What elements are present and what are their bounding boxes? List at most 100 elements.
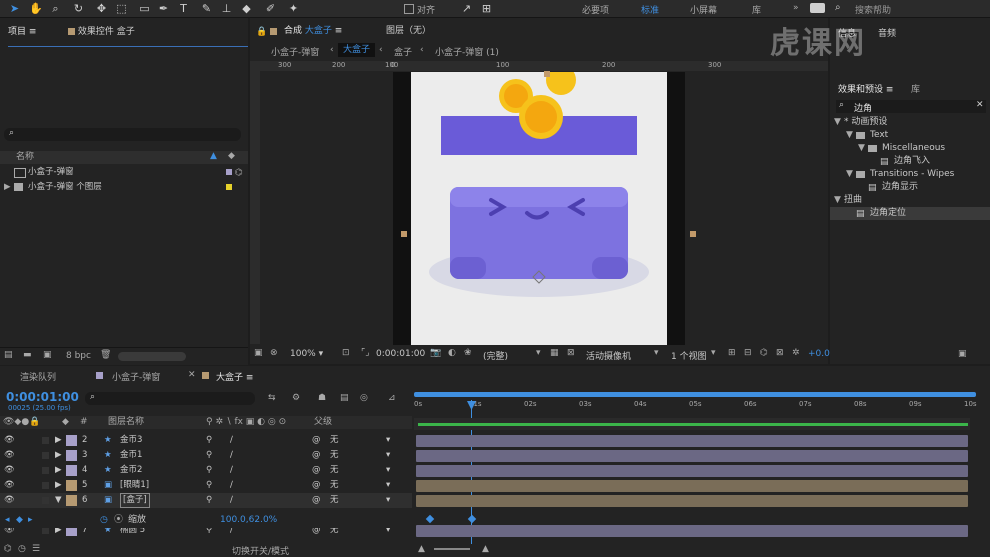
bpc-label[interactable]: 8 bpc bbox=[66, 351, 91, 361]
keyframe-nav-next-icon[interactable]: ▸ bbox=[28, 513, 33, 528]
layer-label-swatch[interactable] bbox=[66, 435, 77, 446]
camera-value[interactable]: 活动摄像机 bbox=[586, 349, 631, 362]
number-column-icon[interactable]: # bbox=[80, 416, 88, 429]
time-ruler[interactable]: 0s 01s 02s 03s 04s 05s 06s 07s 08s 09s 10s bbox=[412, 390, 990, 412]
libraries-tab[interactable]: 库 bbox=[911, 82, 920, 95]
project-item[interactable]: 小盒子-弹窗 ⌬ bbox=[0, 165, 248, 180]
property-value[interactable]: 100.0,62.0% bbox=[220, 513, 277, 528]
effects-search-input[interactable]: ⌕ 边角 ✕ bbox=[836, 100, 986, 114]
clone-stamp-tool-icon[interactable]: ⊥ bbox=[220, 2, 233, 15]
camera-tool-icon[interactable]: ✥ bbox=[95, 2, 108, 15]
help-search[interactable]: ⌕ 搜索帮助 bbox=[835, 2, 985, 16]
project-tab[interactable]: 项目 ≡ bbox=[8, 24, 36, 40]
breadcrumb-item[interactable]: 盒子 bbox=[394, 45, 412, 58]
pickwhip-icon[interactable]: @ bbox=[312, 478, 321, 493]
shy-layers-icon[interactable]: ☗ bbox=[318, 393, 326, 403]
layer-handle[interactable] bbox=[401, 231, 407, 237]
layer-label-swatch[interactable] bbox=[66, 465, 77, 476]
fast-previews-icon[interactable]: ▦ bbox=[550, 348, 559, 358]
camera-dropdown-icon[interactable]: ▾ bbox=[654, 348, 659, 358]
resolution-dropdown-icon[interactable]: ▾ bbox=[536, 348, 541, 358]
av-features-icon[interactable]: 👁◆●🔒 bbox=[3, 416, 40, 429]
parent-dropdown-icon[interactable]: ▾ bbox=[386, 433, 390, 448]
parent-value[interactable]: 无 bbox=[330, 478, 339, 493]
layer-row[interactable]: 👁 ▼ 6 ▣ [盒子] ⚲ ∕ @ 无 ▾ bbox=[0, 493, 412, 508]
layer-name[interactable]: 金币3 bbox=[120, 433, 142, 448]
workspace-libraries[interactable]: 库 bbox=[752, 3, 761, 16]
layer-name[interactable]: 金币1 bbox=[120, 448, 142, 463]
layer-name[interactable]: 金币2 bbox=[120, 463, 142, 478]
parent-value[interactable]: 无 bbox=[330, 433, 339, 448]
new-folder-icon[interactable]: ▬ bbox=[23, 350, 32, 360]
layer-handle[interactable] bbox=[690, 231, 696, 237]
expand-modes-icon[interactable]: ☰ bbox=[32, 544, 40, 554]
pickwhip-icon[interactable]: @ bbox=[312, 448, 321, 463]
layer-name[interactable]: [盒子] bbox=[120, 493, 150, 508]
shy-switch-icon[interactable]: ⚲ bbox=[206, 433, 212, 448]
audio-tab[interactable]: 音频 bbox=[878, 26, 896, 39]
workspace-standard[interactable]: 标准 bbox=[641, 3, 659, 16]
lock-toggle[interactable] bbox=[42, 527, 49, 534]
shy-switch-icon[interactable]: ⚲ bbox=[206, 448, 212, 463]
always-preview-icon[interactable]: ▣ bbox=[254, 348, 263, 358]
pen-tool-icon[interactable]: ✒ bbox=[157, 2, 170, 15]
effects-tree-item[interactable]: ▼ 扭曲 bbox=[830, 194, 990, 207]
lock-toggle[interactable] bbox=[42, 467, 49, 474]
switches-column-icon[interactable]: ⚲ ✲ ∖ fx ▣ ◐ ◎ ⊙ bbox=[206, 416, 286, 429]
align-checkbox[interactable] bbox=[404, 4, 414, 14]
zoom-in-icon[interactable]: ▲ bbox=[482, 544, 489, 554]
toggle-switches-modes[interactable]: 切换开关/模式 bbox=[232, 544, 289, 557]
breadcrumb-item-active[interactable]: 大盒子 bbox=[338, 43, 376, 57]
rectangle-tool-icon[interactable]: ▭ bbox=[138, 2, 151, 15]
visibility-eye-icon[interactable]: 👁 bbox=[4, 433, 15, 448]
parent-dropdown-icon[interactable]: ▾ bbox=[386, 448, 390, 463]
frame-blending-icon[interactable]: ▤ bbox=[340, 393, 349, 403]
collapse-arrow-icon[interactable]: ▼ bbox=[55, 493, 62, 508]
layer-duration-bar[interactable] bbox=[416, 525, 968, 537]
pickwhip-icon[interactable]: @ bbox=[312, 463, 321, 478]
effect-controls-tab[interactable]: 效果控件 盒子 bbox=[68, 24, 135, 40]
pan-behind-tool-icon[interactable]: ⬚ bbox=[115, 2, 128, 15]
zoom-dropdown[interactable]: 100% ▾ bbox=[290, 349, 323, 359]
expand-arrow-icon[interactable]: ▶ bbox=[55, 433, 62, 448]
transparency-icon[interactable]: ⊗ bbox=[270, 348, 278, 358]
layer-name[interactable]: [眼睛1] bbox=[120, 478, 149, 493]
workspace-essentials[interactable]: 必要项 bbox=[582, 3, 609, 16]
layer-handle[interactable] bbox=[544, 71, 550, 77]
visibility-eye-icon[interactable]: 👁 bbox=[4, 478, 15, 493]
effects-tree-item[interactable]: ▤ 边角飞入 bbox=[830, 155, 990, 168]
roto-brush-tool-icon[interactable]: ✐ bbox=[264, 2, 277, 15]
flowchart-icon[interactable]: ⌬ bbox=[235, 166, 243, 181]
composition-tab[interactable]: 合成 大盒子 ≡ bbox=[284, 23, 342, 39]
scale-property-row[interactable]: ◂ ◆ ▸ ◷ ⦿ 缩放 100.0,62.0% bbox=[0, 513, 412, 528]
work-area-bar[interactable] bbox=[414, 392, 976, 397]
render-queue-tab[interactable]: 渲染队列 bbox=[20, 370, 56, 383]
keyframe-add-icon[interactable]: ◆ bbox=[16, 513, 23, 528]
expand-switches-icon[interactable]: ◷ bbox=[18, 544, 26, 554]
collapse-arrow-icon[interactable]: ▼ bbox=[846, 168, 853, 181]
layer-row[interactable]: 👁 ▶ 4 ★ 金币2 ⚲ ∕ @ 无 ▾ bbox=[0, 463, 412, 478]
name-column-header[interactable]: 名称 bbox=[16, 151, 34, 164]
comp-tab[interactable]: 小盒子-弹窗 bbox=[112, 370, 160, 383]
layer-label-swatch[interactable] bbox=[66, 480, 77, 491]
quality-switch-icon[interactable]: ∕ bbox=[230, 463, 233, 478]
workspace-small-screen[interactable]: 小屏幕 bbox=[690, 3, 717, 16]
pickwhip-icon[interactable]: @ bbox=[312, 493, 321, 508]
safe-margins-icon[interactable]: ⊡ bbox=[342, 348, 350, 358]
parent-dropdown-icon[interactable]: ▾ bbox=[386, 478, 390, 493]
reset-exposure-icon[interactable]: ✲ bbox=[792, 348, 800, 358]
eraser-tool-icon[interactable]: ◆ bbox=[240, 2, 253, 15]
quality-switch-icon[interactable]: ∕ bbox=[230, 478, 233, 493]
lock-toggle[interactable] bbox=[42, 482, 49, 489]
visibility-eye-icon[interactable]: 👁 bbox=[4, 463, 15, 478]
active-comp-tab[interactable]: 大盒子 ≡ bbox=[216, 370, 253, 383]
zoom-out-icon[interactable]: ▲ bbox=[418, 544, 425, 554]
quality-switch-icon[interactable]: ∕ bbox=[230, 493, 233, 508]
channel-icon[interactable]: ❀ bbox=[464, 348, 472, 358]
collapse-arrow-icon[interactable]: ▼ bbox=[834, 194, 841, 207]
comp-flowchart-icon[interactable]: ⌬ bbox=[4, 544, 12, 554]
keyframe-nav-prev-icon[interactable]: ◂ bbox=[5, 513, 10, 528]
layer-duration-bar[interactable] bbox=[416, 450, 968, 462]
draft-3d-icon[interactable]: ⊟ bbox=[744, 348, 752, 358]
motion-blur-icon[interactable]: ◎ bbox=[360, 393, 368, 403]
